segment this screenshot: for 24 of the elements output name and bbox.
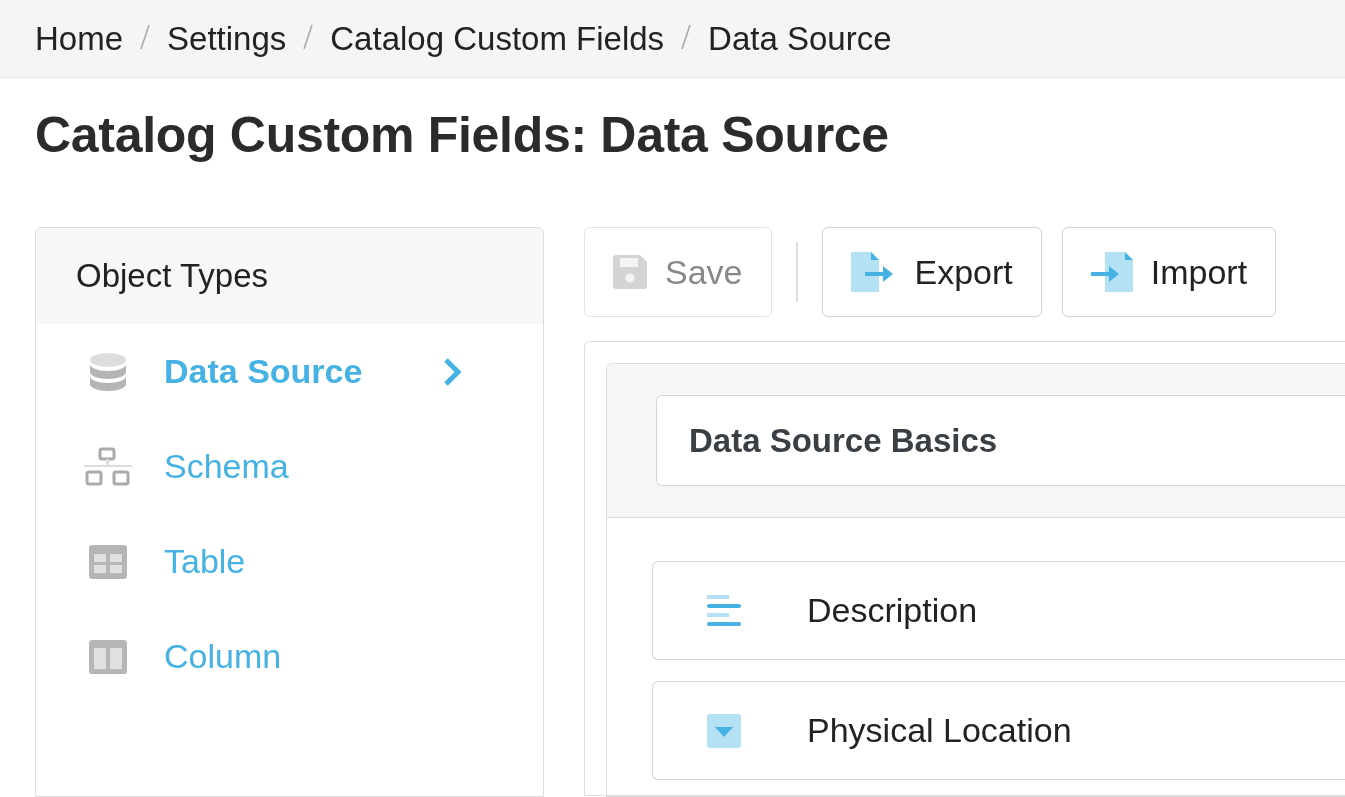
breadcrumb-link[interactable]: Catalog Custom Fields (330, 19, 665, 58)
file-import-icon (1090, 252, 1133, 292)
breadcrumb-link[interactable]: Settings (167, 19, 287, 58)
columns-icon (89, 639, 127, 674)
field-label: Physical Location (807, 711, 1072, 750)
breadcrumb-current: Data Source (708, 19, 892, 58)
breadcrumb-link[interactable]: Home (35, 19, 124, 58)
hierarchy-icon (84, 446, 132, 487)
field-label: Description (807, 591, 978, 630)
import-button[interactable]: Import (1061, 227, 1277, 317)
slash-separator-icon (140, 23, 151, 50)
text-lines-icon (707, 594, 741, 627)
chevron-right-icon (442, 356, 462, 387)
table-icon (89, 544, 127, 579)
panel-heading: Object Types (36, 228, 543, 324)
field-row[interactable]: Description (652, 561, 1345, 660)
slash-separator-icon (681, 23, 692, 50)
export-button[interactable]: Export (821, 227, 1042, 317)
database-icon (89, 351, 127, 392)
page-title: Catalog Custom Fields: Data Source (35, 106, 890, 164)
slash-separator-icon (303, 23, 314, 50)
dropdown-icon (707, 713, 741, 748)
section-heading[interactable]: Data Source Basics (656, 395, 1345, 486)
field-row[interactable]: Physical Location (652, 681, 1345, 780)
